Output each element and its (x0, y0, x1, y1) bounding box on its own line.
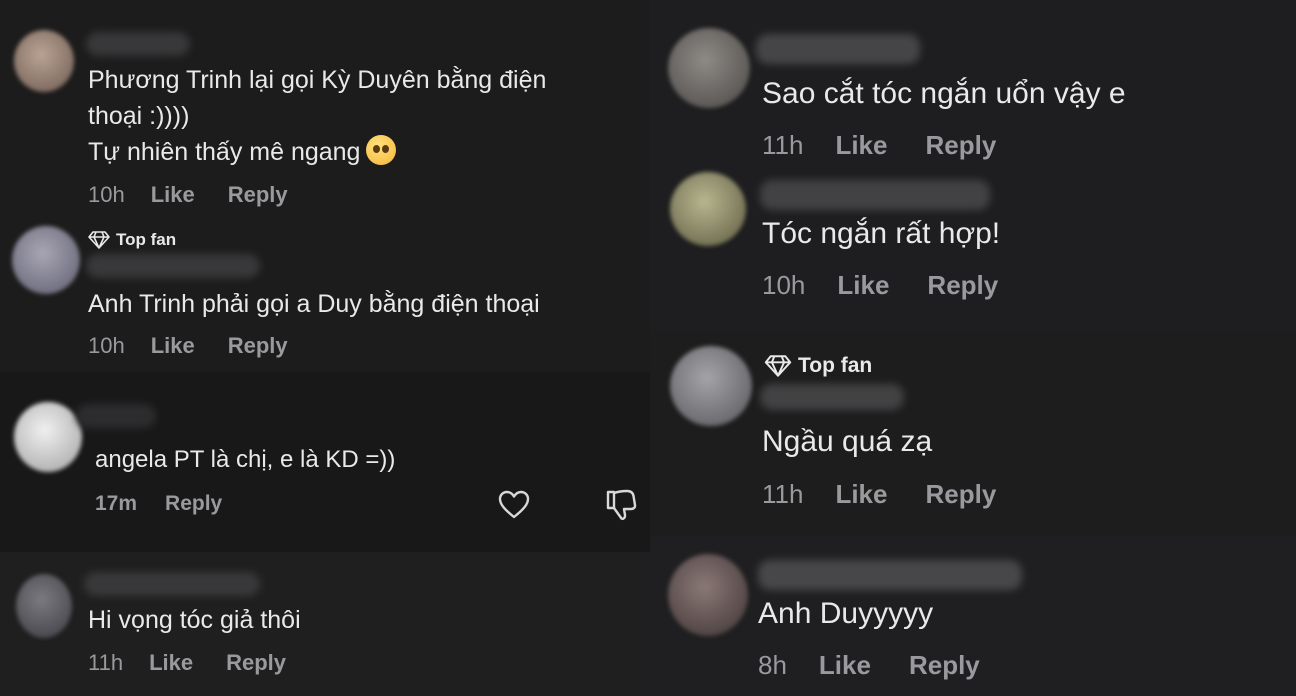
top-fan-label: Top fan (798, 354, 873, 377)
diamond-icon (764, 355, 792, 377)
top-fan-label: Top fan (116, 230, 177, 249)
pleading-face-emoji (366, 135, 397, 166)
dislike-icon[interactable] (604, 488, 638, 522)
comment-text-line: thoại :)))) (88, 102, 190, 130)
timestamp: 11h (762, 479, 804, 509)
avatar[interactable] (670, 172, 746, 246)
like-button[interactable]: Like (149, 650, 193, 676)
reply-button[interactable]: Reply (927, 270, 998, 301)
timestamp: 11h (88, 650, 124, 675)
like-button[interactable]: Like (835, 479, 887, 510)
comment-text-line: Tự nhiên thấy mê ngang (88, 134, 397, 170)
avatar[interactable] (668, 28, 750, 108)
like-button[interactable]: Like (835, 130, 887, 161)
comment-text: angela PT là chị, e là KD =)) (95, 446, 396, 473)
username-blurred[interactable] (756, 34, 920, 64)
left-comments-panel: Phương Trinh lại gọi Kỳ Duyên bằng điện … (0, 0, 650, 696)
avatar[interactable] (12, 226, 80, 294)
reply-button[interactable]: Reply (165, 492, 222, 516)
right-comments-panel: Sao cắt tóc ngắn uổn vậy e 11h Like Repl… (650, 0, 1296, 696)
like-button[interactable]: Like (837, 270, 889, 301)
reply-button[interactable]: Reply (228, 182, 288, 208)
comment-text: Ngầu quá zạ (762, 425, 933, 458)
timestamp: 10h (762, 270, 806, 300)
avatar[interactable] (16, 574, 72, 638)
like-button[interactable]: Like (819, 650, 871, 681)
top-fan-badge: Top fan (88, 230, 176, 250)
comment-meta: 17m Reply (95, 492, 222, 516)
username-blurred[interactable] (758, 560, 1022, 590)
comment-text-line: Phương Trinh lại gọi Kỳ Duyên bằng điện (88, 66, 547, 94)
timestamp: 8h (758, 650, 787, 680)
comment-meta: 11h Like Reply (762, 130, 996, 161)
comment-text: Tóc ngắn rất hợp! (762, 217, 1001, 250)
username-blurred[interactable] (76, 404, 156, 428)
comment-meta: 10h Like Reply (88, 333, 288, 359)
reply-button[interactable]: Reply (925, 479, 996, 510)
like-button[interactable]: Like (151, 182, 195, 208)
avatar[interactable] (14, 30, 74, 92)
username-blurred[interactable] (84, 572, 260, 596)
comment-text: Anh Trinh phải gọi a Duy bằng điện thoại (88, 290, 540, 318)
timestamp: 11h (762, 130, 804, 160)
comment-meta: 10h Like Reply (88, 182, 288, 208)
comment-text: Anh Duyyyyy (758, 597, 934, 630)
reply-button[interactable]: Reply (228, 333, 288, 359)
comment-meta: 11h Like Reply (762, 479, 996, 510)
username-blurred[interactable] (86, 32, 190, 56)
avatar[interactable] (668, 554, 748, 636)
comment-meta: 8h Like Reply (758, 650, 980, 681)
comment-text: Hi vọng tóc giả thôi (88, 606, 301, 634)
username-blurred[interactable] (86, 254, 260, 278)
reply-button[interactable]: Reply (226, 650, 286, 676)
comment-text: Tự nhiên thấy mê ngang (88, 138, 361, 166)
heart-icon[interactable] (498, 490, 530, 520)
comment-text: Sao cắt tóc ngắn uổn vậy e (762, 77, 1126, 110)
comment-meta: 11h Like Reply (88, 650, 286, 676)
reply-button[interactable]: Reply (909, 650, 980, 681)
timestamp: 10h (88, 182, 125, 207)
timestamp: 10h (88, 333, 125, 358)
avatar[interactable] (14, 402, 82, 472)
diamond-icon (88, 231, 110, 249)
top-fan-badge: Top fan (764, 354, 872, 378)
avatar[interactable] (670, 346, 752, 426)
like-button[interactable]: Like (151, 333, 195, 359)
comment-meta: 10h Like Reply (762, 270, 998, 301)
reply-button[interactable]: Reply (925, 130, 996, 161)
timestamp: 17m (95, 492, 138, 515)
username-blurred[interactable] (760, 384, 904, 410)
username-blurred[interactable] (760, 180, 990, 210)
